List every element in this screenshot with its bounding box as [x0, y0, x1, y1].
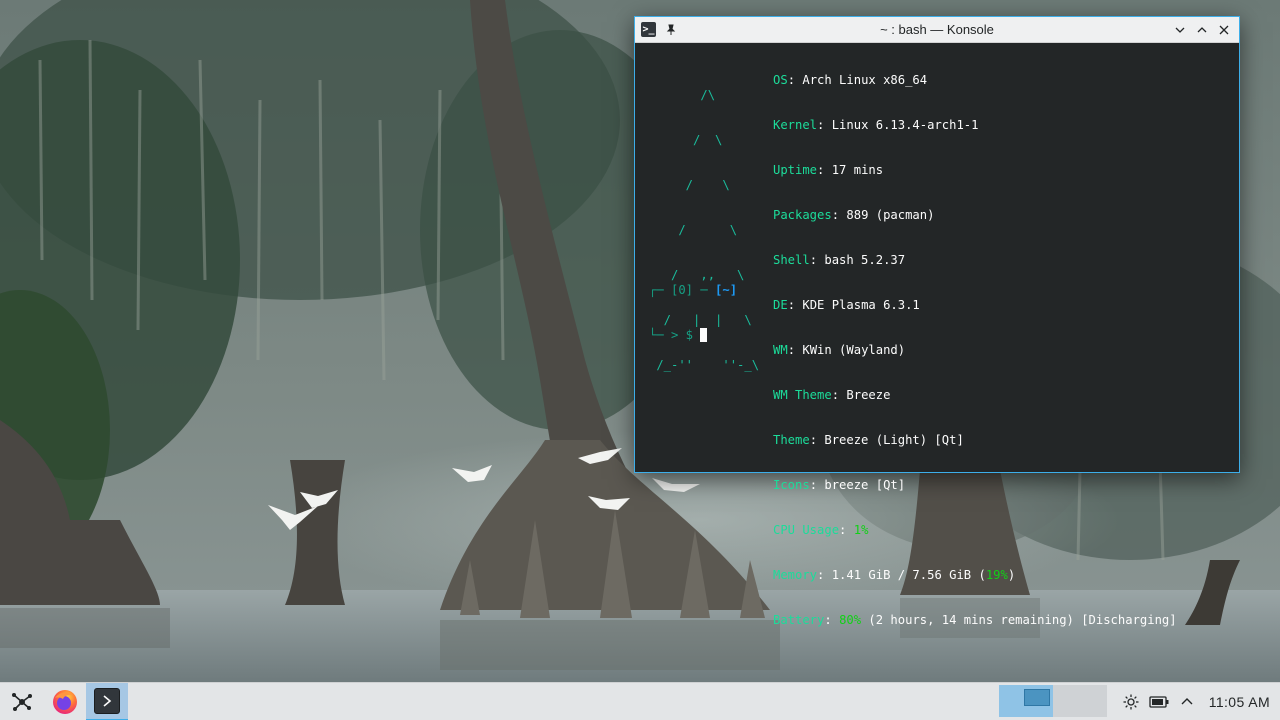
- info-battery: Battery: 80% (2 hours, 14 mins remaining…: [773, 613, 1177, 627]
- window-title: ~ : bash — Konsole: [880, 22, 994, 37]
- pager-window-thumbnail: [1024, 689, 1050, 706]
- info-os: OS: Arch Linux x86_64: [773, 73, 928, 87]
- expand-tray-icon[interactable]: [1175, 690, 1199, 714]
- pager-desktop-2[interactable]: [1053, 685, 1107, 717]
- info-shell: Shell: bash 5.2.37: [773, 253, 906, 267]
- digital-clock[interactable]: 11:05 AM: [1209, 694, 1270, 710]
- info-wm-theme: WM Theme: Breeze: [773, 388, 891, 402]
- battery-icon[interactable]: [1147, 690, 1171, 714]
- close-button[interactable]: [1215, 21, 1233, 39]
- info-uptime: Uptime: 17 mins: [773, 163, 884, 177]
- chevron-down-icon: [1175, 27, 1185, 33]
- info-cpu: CPU Usage: 1%: [773, 523, 869, 537]
- taskbar-panel: 11:05 AM: [0, 682, 1280, 720]
- text-cursor: [700, 328, 708, 342]
- pin-icon[interactable]: [664, 23, 678, 37]
- info-kernel: Kernel: Linux 6.13.4-arch1-1: [773, 118, 979, 132]
- prompt-directory: [~]: [715, 283, 738, 297]
- terminal-view[interactable]: /\ / \ / \ / \ / ,, \ / | | \ /_-'' ''-_…: [635, 43, 1239, 627]
- maximize-button[interactable]: [1193, 21, 1211, 39]
- virtual-desktop-pager[interactable]: [999, 685, 1107, 717]
- konsole-window[interactable]: >_ ~ : bash — Konsole /\ / \ / \ / \ / ,…: [634, 16, 1240, 627]
- prompt-symbol: └─ > $: [649, 328, 701, 342]
- brightness-icon[interactable]: [1119, 690, 1143, 714]
- firefox-icon: [53, 689, 77, 714]
- info-wm: WM: KWin (Wayland): [773, 343, 906, 357]
- info-packages: Packages: 889 (pacman): [773, 208, 935, 222]
- task-konsole[interactable]: [86, 682, 128, 720]
- minimize-button[interactable]: [1171, 21, 1189, 39]
- window-titlebar[interactable]: >_ ~ : bash — Konsole: [635, 17, 1239, 43]
- logo-line: / \: [649, 133, 723, 147]
- logo-line: / \: [649, 178, 730, 192]
- close-icon: [1219, 25, 1229, 34]
- kde-launcher-icon: [12, 692, 32, 711]
- info-icons: Icons: breeze [Qt]: [773, 478, 906, 492]
- logo-line: / \: [649, 223, 738, 237]
- logo-line: /\: [649, 88, 716, 102]
- application-launcher[interactable]: [0, 683, 44, 720]
- task-firefox[interactable]: [44, 683, 86, 720]
- konsole-icon[interactable]: >_: [641, 22, 656, 37]
- shell-prompt[interactable]: ┌─ [0] ─ [~] └─ > $: [649, 253, 737, 373]
- info-memory: Memory: 1.41 GiB / 7.56 GiB (19%): [773, 568, 1016, 582]
- konsole-icon: [94, 687, 120, 714]
- prompt-frame: ┌─ [0] ─: [649, 283, 716, 297]
- info-theme: Theme: Breeze (Light) [Qt]: [773, 433, 964, 447]
- pager-desktop-1[interactable]: [999, 685, 1053, 717]
- system-tray: 11:05 AM: [1115, 683, 1280, 720]
- chevron-up-icon: [1197, 26, 1207, 32]
- system-info: OS: Arch Linux x86_64 Kernel: Linux 6.13…: [773, 43, 1177, 658]
- info-de: DE: KDE Plasma 6.3.1: [773, 298, 920, 312]
